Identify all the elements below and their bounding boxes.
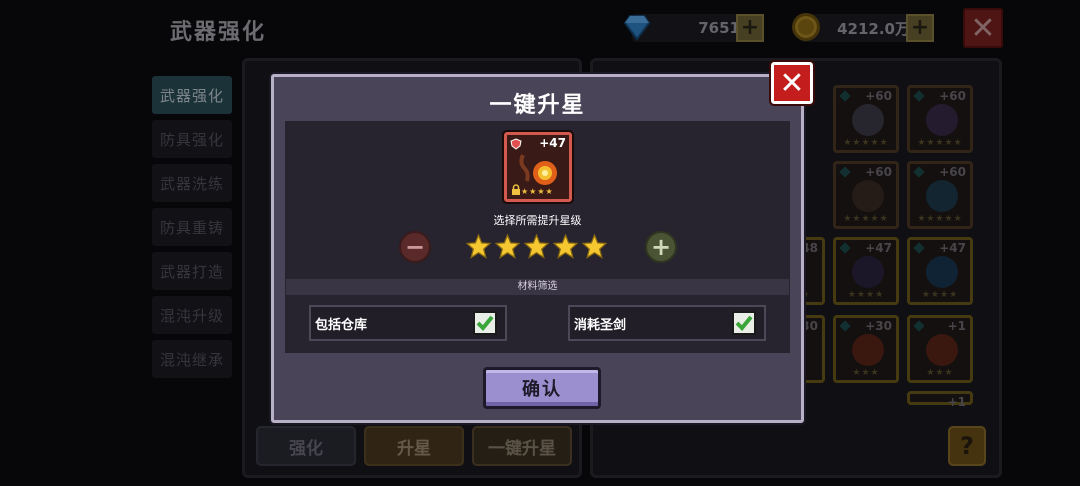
consume-holy-sword-label: 消耗圣剑 (574, 317, 627, 333)
consume-holy-sword-option[interactable]: 消耗圣剑 (568, 305, 766, 341)
material-filter-header: 材料筛选 (286, 279, 789, 295)
include-warehouse-label: 包括仓库 (315, 317, 368, 333)
weapon-stars: ★★★★ (521, 187, 554, 196)
increase-star-button[interactable]: + (645, 231, 677, 263)
star-icon[interactable] (495, 234, 520, 259)
confirm-button[interactable]: 确认 (483, 367, 601, 409)
include-warehouse-option[interactable]: 包括仓库 (309, 305, 507, 341)
close-dialog-button[interactable]: ✕ (769, 60, 815, 106)
checkmark-icon (735, 315, 753, 331)
checkmark-icon (476, 315, 494, 331)
star-icon[interactable] (466, 234, 491, 259)
selected-weapon: +47 ★★★★ (502, 130, 574, 204)
lock-icon (512, 184, 520, 195)
select-star-level-label: 选择所需提升星级 (493, 214, 582, 227)
decrease-star-button[interactable]: − (399, 231, 431, 263)
weapon-level: +47 (539, 136, 566, 150)
consume-holy-sword-checkbox[interactable] (732, 311, 756, 335)
star-icon[interactable] (553, 234, 578, 259)
dialog-title: 一键升星 (489, 93, 586, 118)
flame-weapon-icon (519, 154, 557, 185)
star-icon[interactable] (582, 234, 607, 259)
star-icon[interactable] (524, 234, 549, 259)
star-level-selector[interactable] (466, 234, 607, 259)
include-warehouse-checkbox[interactable] (473, 311, 497, 335)
